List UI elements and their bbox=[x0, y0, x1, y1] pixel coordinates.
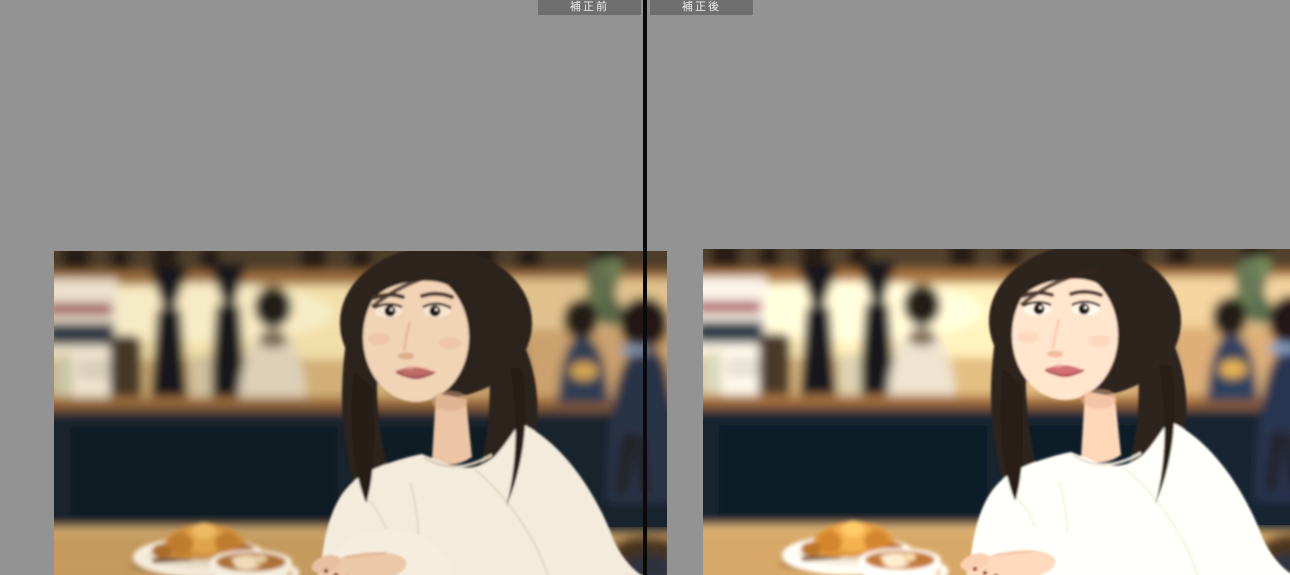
before-photo[interactable] bbox=[54, 251, 667, 575]
before-after-compare-view: 補正前 補正後 bbox=[0, 0, 1290, 575]
panel-divider bbox=[643, 0, 647, 575]
before-label-badge: 補正前 bbox=[538, 0, 641, 15]
after-label-badge: 補正後 bbox=[650, 0, 753, 15]
before-photo-image bbox=[54, 251, 667, 575]
after-photo[interactable] bbox=[703, 249, 1290, 575]
after-photo-image bbox=[703, 249, 1290, 575]
